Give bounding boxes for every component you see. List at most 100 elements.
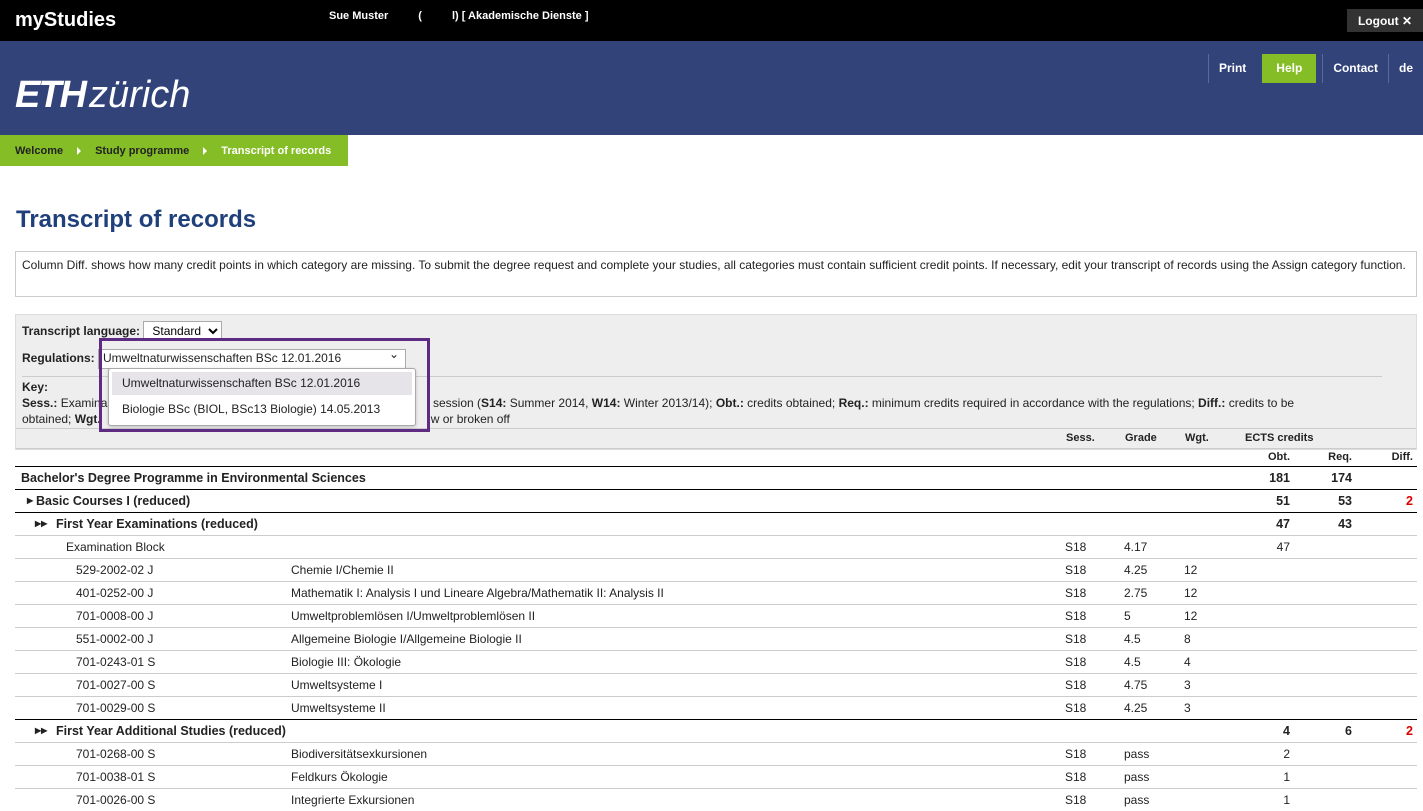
regulations-option[interactable]: Biologie BSc (BIOL, BSc13 Biologie) 14.0…: [112, 398, 412, 421]
session: S18: [1065, 632, 1087, 646]
session: S18: [1065, 609, 1087, 623]
course-title: Feldkurs Ökologie: [291, 770, 388, 784]
course-code: 401-0252-00 J: [76, 586, 154, 600]
header-obt: Obt.: [1268, 451, 1290, 463]
course-row: 701-0038-01 S Feldkurs Ökologie S18 pass 1: [15, 765, 1417, 788]
grade: 4.5: [1124, 632, 1141, 646]
grade: pass: [1124, 770, 1150, 784]
course-code: 701-0038-01 S: [76, 770, 156, 784]
grade: 4.25: [1124, 563, 1148, 577]
breadcrumb-study-programme[interactable]: Study programme: [95, 145, 189, 157]
contact-link[interactable]: Contact: [1322, 54, 1388, 83]
top-bar: myStudies Sue Muster (l) [ Akademische Di…: [0, 0, 1423, 41]
eth-logo: ETH zürich: [15, 74, 191, 116]
course-code: 701-0029-00 S: [76, 701, 156, 715]
user-info: Sue Muster (l) [ Akademische Dienste ]: [329, 10, 619, 22]
weight: 8: [1184, 632, 1191, 646]
weight: 4: [1184, 655, 1191, 669]
info-box: Column Diff. shows how many credit point…: [15, 251, 1417, 297]
credits-obtained: 47: [1276, 540, 1290, 554]
language-label: Transcript language:: [22, 324, 141, 338]
app-title: myStudies: [15, 9, 117, 31]
credits-diff: 2: [1406, 724, 1413, 738]
course-title: Integrierte Exkursionen: [291, 793, 415, 807]
user-paren: (: [418, 10, 422, 22]
category-title: Bachelor's Degree Programme in Environme…: [21, 471, 366, 485]
expand-triangle-icon[interactable]: ▶▶: [35, 519, 47, 528]
grade: 4.25: [1124, 701, 1148, 715]
course-row: 701-0027-00 S Umweltsysteme I S18 4.75 3: [15, 673, 1417, 696]
credits-obtained: 4: [1283, 724, 1290, 738]
header-sess: Sess.: [1066, 432, 1095, 444]
credits-required: 174: [1331, 471, 1352, 485]
header-ects: ECTS credits: [1245, 432, 1314, 444]
weight: 3: [1184, 701, 1191, 715]
language-link[interactable]: de: [1387, 54, 1423, 83]
help-link[interactable]: Help: [1262, 54, 1317, 83]
weight: 3: [1184, 678, 1191, 692]
credits-required: 6: [1345, 724, 1352, 738]
credits-obtained: 51: [1276, 494, 1290, 508]
course-row: 401-0252-00 J Mathematik I: Analysis I un…: [15, 581, 1417, 604]
credits-diff: 2: [1406, 494, 1413, 508]
weight: 12: [1184, 563, 1198, 577]
course-code: 701-0243-01 S: [76, 655, 156, 669]
logout-button[interactable]: Logout ✕: [1347, 9, 1423, 32]
course-code: 701-0026-00 S: [76, 793, 156, 807]
category-row[interactable]: ▶ Basic Courses I (reduced) 51 53 2: [15, 489, 1417, 512]
grade: 5: [1124, 609, 1131, 623]
regulations-select[interactable]: Umweltnaturwissenschaften BSc 12.01.2016: [98, 347, 407, 369]
credits-obtained: 1: [1283, 793, 1290, 807]
transcript-language-select[interactable]: Standard: [143, 321, 223, 341]
category-row[interactable]: ▶▶ First Year Additional Studies (reduced…: [15, 719, 1417, 742]
course-title: Umweltsysteme II: [291, 701, 386, 715]
grade: pass: [1124, 793, 1150, 807]
block-row: Examination Block S18 4.17 47: [15, 535, 1417, 558]
regulations-option[interactable]: Umweltnaturwissenschaften BSc 12.01.2016: [112, 372, 412, 395]
course-code: 701-0268-00 S: [76, 747, 156, 761]
print-link[interactable]: Print: [1207, 54, 1256, 83]
course-title: Mathematik I: Analysis I und Lineare Alg…: [291, 586, 664, 600]
subheader: Obt. Req. Diff.: [15, 449, 1417, 466]
session: S18: [1065, 770, 1087, 784]
user-role: l) [ Akademische Dienste ]: [451, 10, 589, 22]
breadcrumb-welcome[interactable]: Welcome: [15, 145, 63, 157]
banner: ETH zürich Print Help Contact de: [0, 41, 1423, 135]
category-title: Basic Courses I (reduced): [36, 494, 191, 508]
course-row: 529-2002-02 J Chemie I/Chemie II S18 4.25 12: [15, 558, 1417, 581]
course-row: 701-0243-01 S Biologie III: Ökologie S18 4.…: [15, 650, 1417, 673]
grade: 4.5: [1124, 655, 1141, 669]
course-title: Biologie III: Ökologie: [291, 655, 402, 669]
category-row[interactable]: ▶▶ First Year Examinations (reduced) 47 43: [15, 512, 1417, 535]
credits-required: 43: [1338, 517, 1352, 531]
logout-label: Logout: [1357, 13, 1399, 28]
session: S18: [1065, 655, 1087, 669]
expand-triangle-icon[interactable]: ▶: [27, 496, 33, 505]
course-title: Allgemeine Biologie I/Allgemeine Biologi…: [291, 632, 522, 646]
expand-triangle-icon[interactable]: ▶▶: [35, 726, 47, 735]
course-title: Umweltproblemlösen I/Umweltproblemlösen …: [291, 609, 536, 623]
grade: 4.75: [1124, 678, 1148, 692]
grade: 4.17: [1124, 540, 1148, 554]
course-code: 551-0002-00 J: [76, 632, 154, 646]
course-row: 701-0026-00 S Integrierte Exkursionen S18 p…: [15, 788, 1417, 811]
header-req: Req.: [1328, 451, 1352, 463]
session: S18: [1065, 540, 1087, 554]
credits-obtained: 2: [1283, 747, 1290, 761]
category-title: First Year Examinations (reduced): [56, 517, 258, 531]
page-title: Transcript of records: [16, 206, 257, 233]
breadcrumb: Welcome Study programme Transcript of re…: [0, 135, 348, 166]
course-code: 701-0008-00 J: [76, 609, 154, 623]
credits-obtained: 1: [1283, 770, 1290, 784]
weight: 12: [1184, 609, 1198, 623]
chevron-right-icon: [77, 146, 82, 155]
block-title: Examination Block: [66, 540, 165, 554]
course-row: 701-0008-00 J Umweltproblemlösen I/Umwelt…: [15, 604, 1417, 627]
course-title: Chemie I/Chemie II: [291, 563, 394, 577]
course-code: 529-2002-02 J: [76, 563, 154, 577]
session: S18: [1065, 701, 1087, 715]
grade: pass: [1124, 747, 1150, 761]
grade: 2.75: [1124, 586, 1148, 600]
session: S18: [1065, 586, 1087, 600]
course-title: Umweltsysteme I: [291, 678, 383, 692]
